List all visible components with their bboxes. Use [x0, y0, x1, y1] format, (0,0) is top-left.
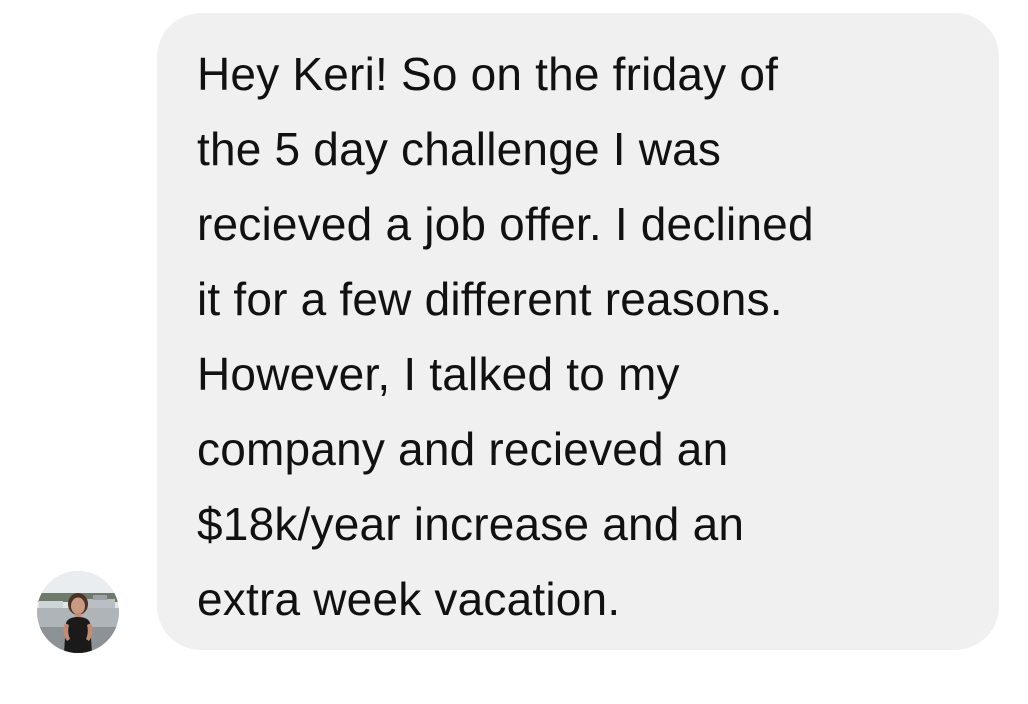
avatar[interactable] [37, 571, 119, 653]
message-thread: Hey Keri! So on the friday of the 5 day … [0, 0, 1028, 704]
message-text-line: $18k/year increase and an [197, 498, 745, 550]
message-text-line: recieved a job offer. I declined [197, 198, 814, 250]
message-text-line: company and recieved an [197, 423, 729, 475]
message-text-line: Hey Keri! So on the friday of [197, 48, 779, 100]
avatar-photo-icon [37, 571, 119, 653]
message-bubble[interactable]: Hey Keri! So on the friday of the 5 day … [157, 13, 999, 650]
message-text-line: it for a few different reasons. [197, 273, 783, 325]
message-text-line: the 5 day challenge I was [197, 123, 722, 175]
message-text-line: extra week vacation. [197, 573, 621, 625]
message-text-line: However, I talked to my [197, 348, 680, 400]
